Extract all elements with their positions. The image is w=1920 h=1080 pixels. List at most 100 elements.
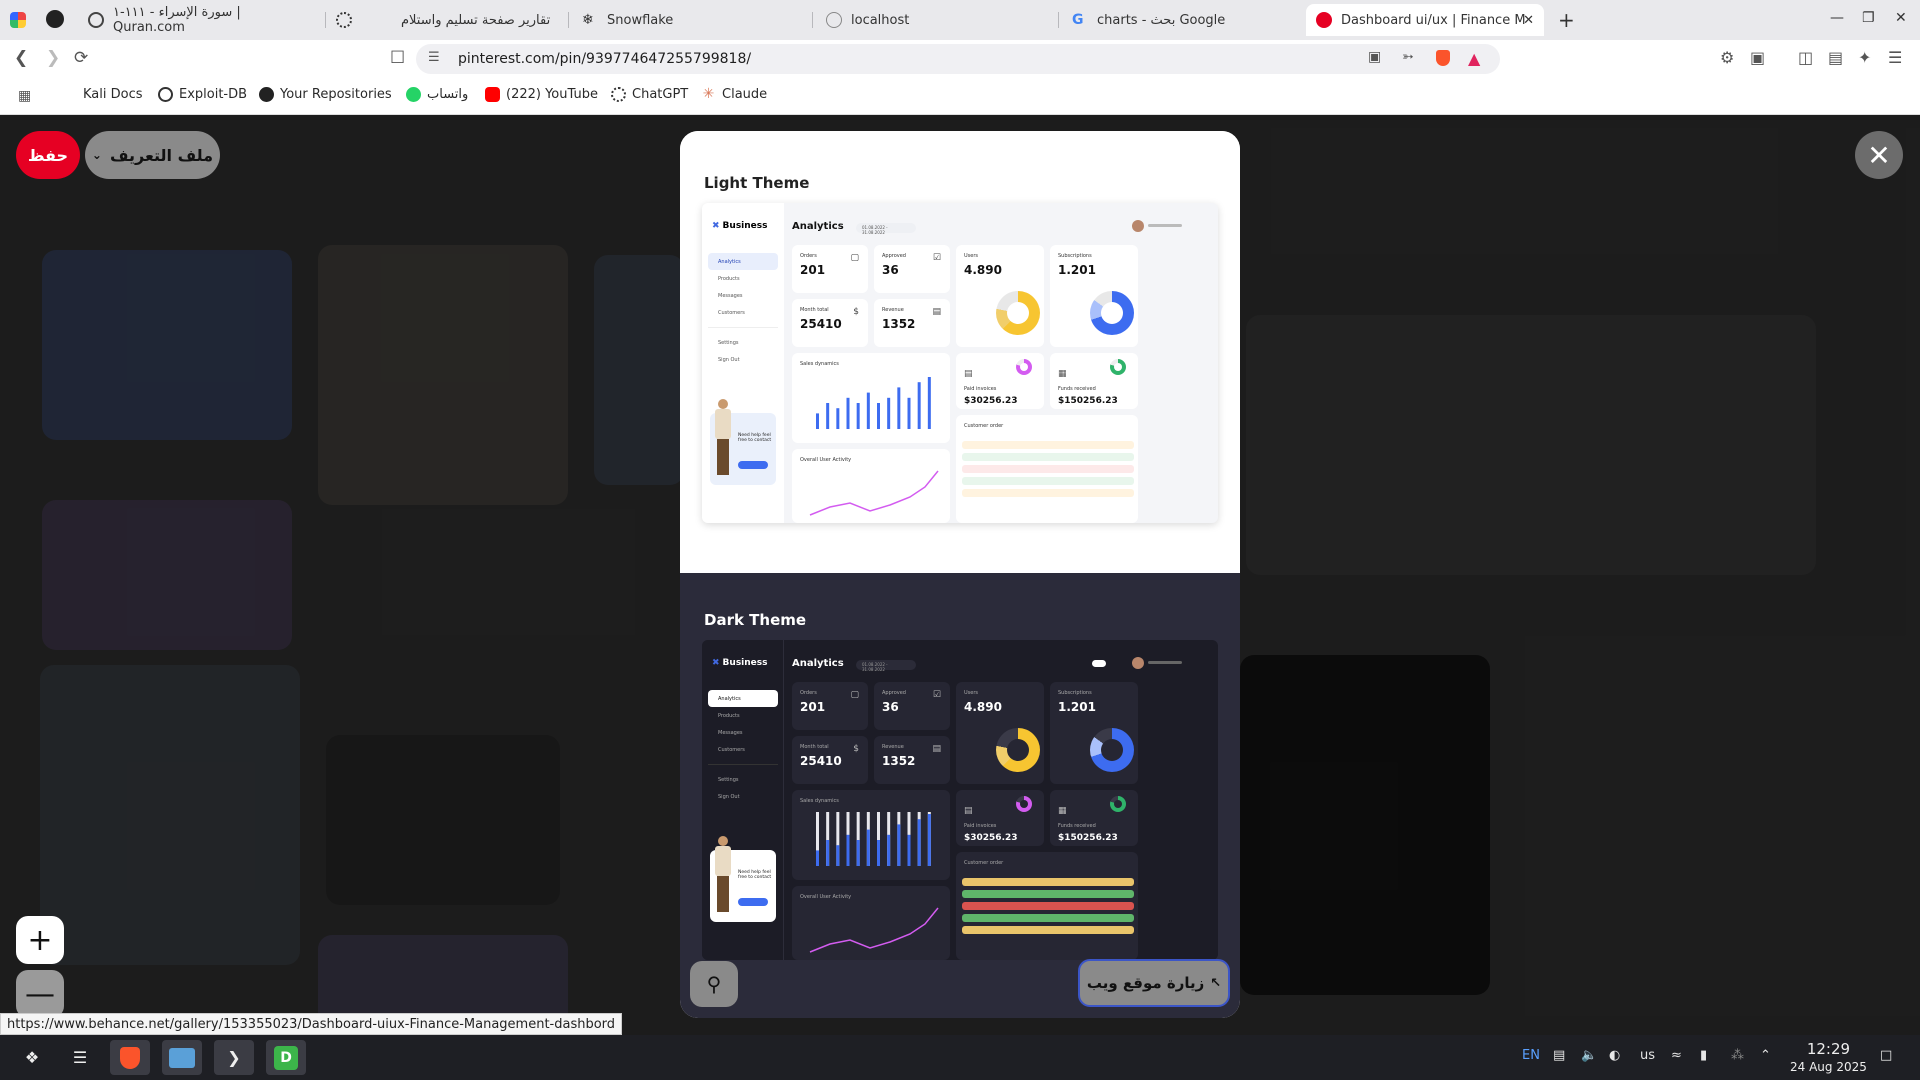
date-range: 01.08.2022 - 31.08.2022: [856, 223, 916, 235]
bookmark-exploit-db[interactable]: Exploit-DB: [158, 87, 247, 102]
funds-received-card: ▦ Funds received $150256.23: [1050, 353, 1138, 409]
close-pin-button[interactable]: ✕: [1855, 131, 1903, 179]
terminal-icon[interactable]: ❯: [214, 1040, 254, 1075]
keyboard-language[interactable]: EN: [1522, 1048, 1540, 1063]
volume-icon[interactable]: 🔈: [1581, 1048, 1597, 1063]
wallet-icon: ▤: [964, 369, 973, 379]
approved-card: Approved 36 ☑: [874, 682, 950, 730]
person-illustration: [712, 836, 734, 914]
close-window-icon[interactable]: ✕: [1895, 10, 1907, 26]
browser-menu-icon[interactable]: [10, 12, 26, 28]
extensions-icon[interactable]: ⚙: [1720, 48, 1734, 67]
leo-ai-icon[interactable]: ✦: [1858, 48, 1871, 67]
sales-bar: [877, 840, 880, 866]
dashboard-title: Analytics: [792, 221, 844, 232]
wifi-icon[interactable]: ≈: [1671, 1048, 1682, 1063]
subscriptions-card: Subscriptions 1.201: [1050, 245, 1138, 347]
bookmark-youtube[interactable]: (222) YouTube: [485, 87, 598, 102]
new-tab-button[interactable]: +: [1558, 8, 1575, 32]
wallet-icon[interactable]: ▤: [1828, 48, 1843, 67]
sales-bar: [917, 382, 921, 429]
openai-icon: [336, 12, 352, 28]
reload-icon[interactable]: ⟳: [74, 48, 88, 68]
zoom-in-button[interactable]: +: [16, 916, 64, 964]
sales-bar: [846, 834, 850, 866]
sales-bar: [907, 397, 911, 429]
check-box-icon: ☑: [932, 690, 941, 700]
tray-expand-icon[interactable]: ⌃: [1760, 1048, 1771, 1063]
bookmark-chatgpt[interactable]: ChatGPT: [611, 87, 688, 102]
tab-quran[interactable]: سورة الإسراء - ١١١-١ | Quran.com: [78, 4, 318, 36]
menu-icon[interactable]: ☰: [1888, 48, 1902, 67]
discord-app-icon[interactable]: D: [266, 1040, 306, 1075]
forward-icon[interactable]: ❯: [46, 48, 60, 68]
settings-app-icon[interactable]: ☰: [60, 1040, 100, 1075]
brave-browser-icon[interactable]: [110, 1040, 150, 1075]
wallet-icon: ▤: [964, 806, 973, 816]
box-icon: ▢: [850, 253, 859, 263]
github-icon[interactable]: [46, 10, 64, 28]
battery-icon[interactable]: ▮: [1700, 1048, 1707, 1063]
nav-analytics: Analytics: [708, 253, 778, 270]
bookmark-whatsapp[interactable]: واتساب: [406, 87, 468, 102]
paid-invoices-card: ▤ Paid invoices $30256.23: [956, 353, 1044, 409]
dollar-icon: $: [853, 744, 859, 754]
restore-icon[interactable]: ❐: [1862, 10, 1875, 26]
theme-toggle: [1092, 660, 1106, 667]
bookmark-icon[interactable]: ☐: [390, 48, 405, 68]
site-info-icon[interactable]: ☰: [428, 50, 440, 65]
sales-bar: [816, 413, 819, 429]
nav-sign-out: Sign Out: [718, 793, 740, 800]
browser-toolbar: ❮ ❯ ⟳ ☐ ☰ ▣ ➳ ▲ pinterest.com/pin/939774…: [0, 40, 1920, 78]
bookmark-claude[interactable]: ✳ Claude: [701, 87, 768, 102]
subscriptions-donut: [1090, 291, 1134, 335]
card-icon: ▤: [932, 307, 941, 317]
bookmark-your-repositories[interactable]: Your Repositories: [259, 87, 392, 102]
dark-dashboard-mockup: ✖ Business Analytics Products Messages Cu…: [702, 640, 1218, 960]
nav-products: Products: [718, 712, 740, 719]
back-icon[interactable]: ❮: [14, 48, 28, 68]
clipboard-icon[interactable]: ▤: [1553, 1048, 1565, 1063]
keyboard-layout[interactable]: us: [1640, 1048, 1655, 1063]
tab-snowflake[interactable]: ❄ Snowflake: [572, 4, 812, 36]
save-button[interactable]: حفظ: [16, 131, 80, 179]
zoom-out-button[interactable]: —: [16, 970, 64, 1018]
orders-card: Orders 201 ▢: [792, 682, 868, 730]
cast-icon[interactable]: ▣: [1368, 49, 1381, 65]
visit-website-button[interactable]: زيارة موقع ويب ↖: [1078, 959, 1230, 1007]
tab-localhost[interactable]: localhost: [816, 4, 1056, 36]
show-desktop-icon[interactable]: □: [1880, 1048, 1892, 1063]
chatgpt-icon: [611, 87, 626, 102]
profile-dropdown-button[interactable]: ⌄ ملف التعريف: [85, 131, 220, 179]
bookmark-kali-docs[interactable]: Kali Docs: [62, 87, 143, 102]
visual-search-button[interactable]: ⚲: [690, 961, 738, 1007]
user-activity-line-chart: [809, 470, 939, 516]
tab-reports[interactable]: تقارير صفحة تسليم واستلام: [326, 4, 566, 36]
apps-grid-icon[interactable]: ▦: [18, 88, 31, 104]
sales-bar: [927, 814, 931, 866]
close-tab-icon[interactable]: ✕: [1523, 13, 1534, 28]
app-launcher-icon[interactable]: ❖: [12, 1040, 52, 1075]
browser-tab-bar: سورة الإسراء - ١١١-١ | Quran.com تقارير …: [0, 0, 1920, 40]
check-box-icon: ☑: [932, 253, 941, 263]
snowflake-icon: ❄: [582, 12, 594, 28]
tab-pinterest-dashboard[interactable]: Dashboard ui/ux | Finance M ✕: [1306, 4, 1544, 36]
tab-google-charts[interactable]: G charts - بحث Google: [1062, 4, 1302, 36]
sidebar-icon[interactable]: ◫: [1798, 48, 1813, 67]
night-mode-icon[interactable]: ◐: [1609, 1048, 1620, 1063]
share-icon[interactable]: ➳: [1402, 49, 1414, 65]
customer-order-card: Customer order: [956, 852, 1138, 960]
clock[interactable]: 12:29 24 Aug 2025: [1790, 1040, 1867, 1074]
youtube-icon: [485, 87, 500, 102]
tab-search-icon[interactable]: ▣: [1750, 48, 1765, 67]
brave-rewards-icon[interactable]: ▲: [1468, 49, 1480, 68]
dark-theme-title: Dark Theme: [704, 611, 807, 629]
file-manager-icon[interactable]: [162, 1040, 202, 1075]
help-button: [738, 461, 768, 469]
minimize-icon[interactable]: —: [1830, 10, 1844, 26]
brave-shields-icon[interactable]: [1436, 50, 1450, 66]
person-illustration: [712, 399, 734, 477]
github-icon: [259, 87, 274, 102]
card-icon: ▤: [932, 744, 941, 754]
bluetooth-icon[interactable]: ⁂: [1731, 1048, 1744, 1063]
